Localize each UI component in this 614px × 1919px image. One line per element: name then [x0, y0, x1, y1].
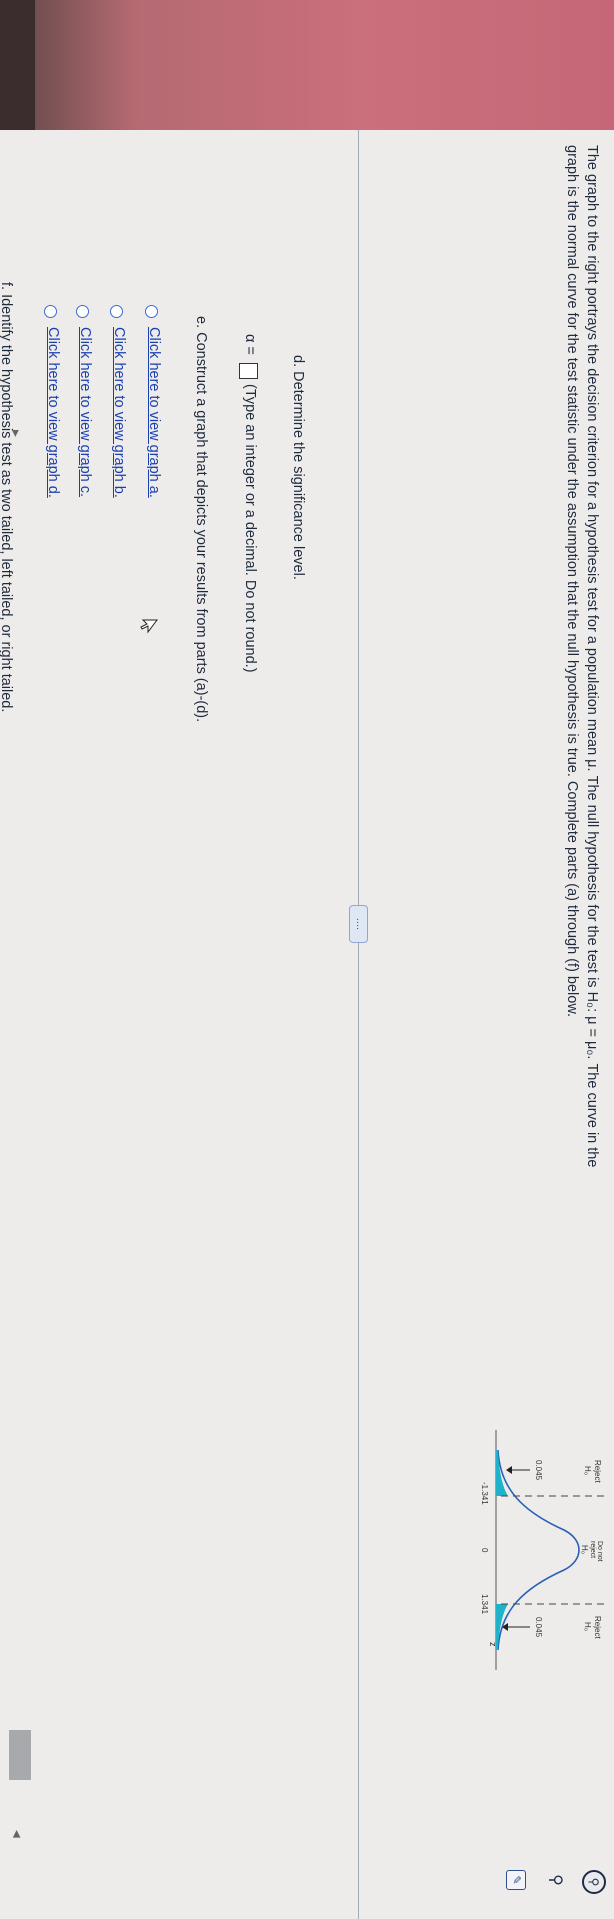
left-area-label: 0.045 — [534, 1460, 543, 1481]
alpha-label: α = — [242, 334, 258, 355]
part-f-question: f. Identify the hypothesis test as two t… — [0, 282, 14, 713]
reject-left-h0: H₀ — [583, 1466, 592, 1475]
reject-right-h0: H₀ — [583, 1622, 592, 1631]
graph-c-radio[interactable] — [76, 305, 89, 318]
decision-graph: z Reject H₀ Do not reject H₀ Reject H₀ 0… — [480, 1430, 604, 1670]
background-wall — [0, 0, 614, 130]
left-critical-value: -1.341 — [480, 1482, 489, 1505]
graph-c-link[interactable]: Click here to view graph c. — [77, 327, 93, 497]
edit-icon[interactable]: ✎ — [506, 1870, 526, 1890]
right-area-label: 0.045 — [534, 1617, 543, 1638]
scroll-left-arrow-icon[interactable]: ◀ — [11, 1830, 22, 1838]
question-panel: The graph to the right portrays the deci… — [0, 130, 614, 1919]
part-d-hint: (Type an integer or a decimal. Do not ro… — [242, 384, 258, 673]
graph-b-link[interactable]: Click here to view graph b. — [111, 327, 127, 498]
center-value: 0 — [480, 1548, 489, 1553]
section-divider — [358, 130, 359, 1919]
scroll-right-arrow-icon[interactable]: ▶ — [10, 430, 21, 437]
mouse-cursor-icon — [140, 619, 158, 634]
horizontal-scrollbar-thumb[interactable] — [9, 1730, 31, 1780]
graph-a-link[interactable]: Click here to view graph a. — [146, 327, 162, 498]
zoom-icon[interactable]: ⚲ — [546, 1870, 566, 1890]
graph-b-radio[interactable] — [110, 305, 123, 318]
intro-line-1: The graph to the right portrays the deci… — [584, 145, 600, 1168]
background-dark-strip — [0, 0, 35, 130]
screenshot-frame: The graph to the right portrays the deci… — [0, 0, 614, 1919]
intro-line-2: graph is the normal curve for the test s… — [564, 145, 580, 1018]
left-area-arrowhead — [506, 1466, 512, 1474]
do-not-reject-h0: H₀ — [580, 1545, 589, 1554]
alpha-answer-input[interactable] — [239, 363, 258, 379]
part-e-question: e. Construct a graph that depicts your r… — [193, 316, 209, 723]
reject-right-label: Reject — [593, 1616, 602, 1639]
graph-a-radio[interactable] — [145, 305, 158, 318]
reject-left-label: Reject — [593, 1460, 602, 1483]
graph-d-link[interactable]: Click here to view graph d. — [45, 327, 61, 498]
more-button[interactable]: .... — [349, 905, 368, 943]
graph-d-radio[interactable] — [44, 305, 57, 318]
do-not-reject-label-2: reject — [589, 1541, 596, 1558]
right-critical-value: 1.341 — [480, 1594, 489, 1615]
do-not-reject-label-1: Do not — [596, 1541, 603, 1562]
part-d-question: d. Determine the significance level. — [290, 355, 306, 580]
search-icon[interactable]: ⚲ — [582, 1870, 606, 1894]
